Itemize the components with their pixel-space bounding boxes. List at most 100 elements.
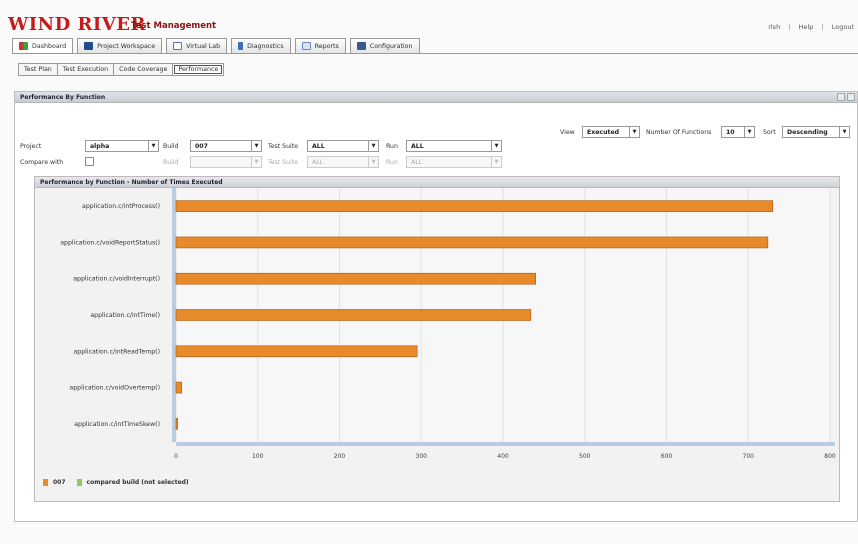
- category-label: application.c/intTimeSkew(): [74, 421, 160, 428]
- chevron-down-icon: ▼: [148, 141, 158, 151]
- project-value: alpha: [90, 142, 110, 150]
- compare-suite-label: Test Suite: [268, 159, 298, 166]
- x-tick-label: 0: [174, 453, 178, 460]
- view-select[interactable]: Executed ▼: [582, 126, 640, 138]
- compare-label: Compare with: [20, 159, 64, 166]
- num-functions-label: Number Of Functions: [646, 129, 712, 136]
- diagnostics-icon: [238, 42, 244, 50]
- chevron-down-icon: ▼: [368, 157, 378, 167]
- x-tick-label: 500: [579, 453, 591, 460]
- legend-label: 007: [53, 479, 66, 486]
- compare-suite-value: ALL: [312, 158, 324, 166]
- reports-icon: [301, 42, 311, 50]
- run-label: Run: [386, 143, 398, 150]
- build-select[interactable]: 007 ▼: [190, 140, 262, 152]
- subtab-performance[interactable]: Performance: [172, 63, 225, 76]
- x-tick-label: 300: [416, 453, 428, 460]
- x-tick-label: 800: [824, 453, 836, 460]
- x-axis: [176, 442, 835, 446]
- x-tick-label: 200: [334, 453, 346, 460]
- tab-reports[interactable]: Reports: [294, 38, 346, 53]
- tab-project-workspace[interactable]: Project Workspace: [77, 38, 163, 53]
- chevron-down-icon: ▼: [368, 141, 378, 151]
- tab-label: Diagnostics: [247, 42, 284, 50]
- tab-configuration[interactable]: Configuration: [349, 38, 420, 53]
- bar: [175, 236, 769, 249]
- sort-label: Sort: [763, 129, 776, 136]
- maximize-icon[interactable]: [847, 93, 855, 101]
- x-tick-label: 400: [497, 453, 509, 460]
- run-select[interactable]: ALL ▼: [406, 140, 502, 152]
- chart-container: Performance by Function - Number of Time…: [34, 176, 840, 502]
- user-link[interactable]: rlsh: [768, 23, 780, 31]
- category-label: application.c/intProcess(): [82, 203, 160, 210]
- app-window: WIND RIVER Test Management rlsh | Help |…: [0, 0, 858, 544]
- category-label: application.c/voidReportStatus(): [60, 239, 160, 246]
- category-label: application.c/intReadTemp(): [73, 348, 160, 355]
- nav-divider: [12, 53, 858, 54]
- tab-virtual-lab[interactable]: Virtual Lab: [166, 38, 228, 53]
- monitor-icon: [173, 42, 183, 50]
- category-label: application.c/voidInterrupt(): [73, 276, 160, 283]
- compare-build-label: Build: [163, 159, 179, 166]
- num-functions-value: 10: [726, 128, 735, 136]
- bar-chart: 0 100 200 300 400 500 600 700 800 application.c/i…: [60, 188, 836, 460]
- chevron-down-icon: ▼: [491, 141, 501, 151]
- compare-run-value: ALL: [411, 158, 423, 166]
- legend-swatch: [43, 479, 48, 486]
- separator: |: [821, 23, 824, 31]
- sort-select[interactable]: Descending ▼: [782, 126, 850, 138]
- tab-label: Reports: [314, 42, 339, 50]
- subtab-test-plan[interactable]: Test Plan: [18, 63, 58, 76]
- compare-run-label: Run: [386, 159, 398, 166]
- separator: |: [788, 23, 791, 31]
- tab-dashboard[interactable]: Dashboard: [12, 38, 74, 53]
- build-label: Build: [163, 143, 179, 150]
- project-select[interactable]: alpha ▼: [85, 140, 159, 152]
- compare-build-select[interactable]: ▼: [190, 156, 262, 168]
- legend-swatch: [76, 479, 82, 486]
- folder-icon: [84, 42, 94, 50]
- dashboard-icon: [19, 42, 28, 50]
- configuration-icon: [356, 42, 366, 50]
- bar: [175, 272, 537, 285]
- compare-run-select[interactable]: ALL ▼: [406, 156, 502, 168]
- x-tick-label: 100: [252, 453, 264, 460]
- compare-suite-select[interactable]: ALL ▼: [307, 156, 379, 168]
- chevron-down-icon: ▼: [251, 157, 261, 167]
- logout-link[interactable]: Logout: [832, 23, 854, 31]
- chevron-down-icon: ▼: [744, 127, 754, 137]
- panel-title: Performance By Function: [15, 92, 857, 103]
- subtab-code-coverage[interactable]: Code Coverage: [113, 63, 174, 76]
- view-label: View: [560, 129, 575, 136]
- chart-legend: 007 compared build (not selected): [43, 479, 189, 486]
- product-name: Test Management: [131, 21, 217, 31]
- main-nav: Dashboard Project Workspace Virtual Lab …: [12, 38, 424, 53]
- test-suite-select[interactable]: ALL ▼: [307, 140, 379, 152]
- category-label: application.c/voidOvertemp(): [69, 385, 160, 392]
- panel-controls: [837, 93, 855, 101]
- view-value: Executed: [587, 128, 620, 136]
- y-axis: [172, 188, 176, 442]
- num-functions-select[interactable]: 10 ▼: [721, 126, 755, 138]
- performance-panel: Performance By Function View Executed ▼ N…: [14, 91, 858, 522]
- bar: [175, 309, 532, 321]
- category-label: application.c/intTime(): [90, 312, 160, 319]
- legend-label: compared build (not selected): [86, 479, 189, 486]
- sub-tabs: Test Plan Test Execution Code Coverage P…: [18, 63, 225, 76]
- compare-checkbox[interactable]: [85, 157, 94, 166]
- tab-diagnostics[interactable]: Diagnostics: [231, 38, 291, 53]
- help-link[interactable]: Help: [799, 23, 814, 31]
- tab-label: Project Workspace: [97, 42, 156, 50]
- project-label: Project: [20, 143, 42, 150]
- chevron-down-icon: ▼: [491, 157, 501, 167]
- subtab-test-execution[interactable]: Test Execution: [56, 63, 115, 76]
- bar: [175, 381, 183, 394]
- top-links: rlsh | Help | Logout: [762, 23, 854, 31]
- minimize-icon[interactable]: [837, 93, 845, 101]
- bar: [175, 418, 178, 430]
- build-value: 007: [195, 142, 208, 150]
- bar: [175, 200, 774, 212]
- test-suite-label: Test Suite: [268, 143, 298, 150]
- chart-title: Performance by Function - Number of Time…: [35, 177, 839, 188]
